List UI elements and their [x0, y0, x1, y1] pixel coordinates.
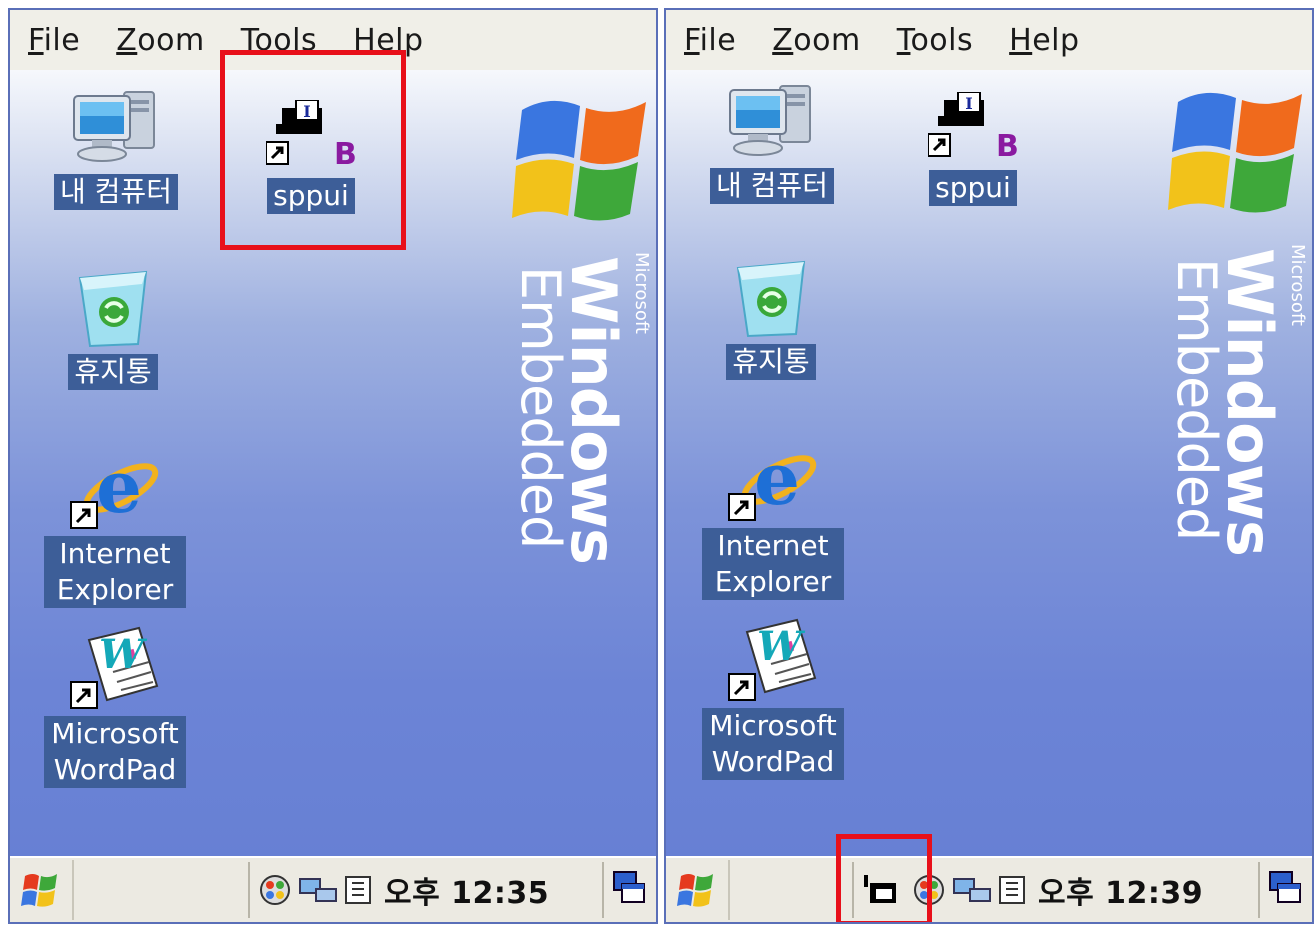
svg-text:B: B — [334, 137, 356, 172]
menu-zoom[interactable]: Zoom — [772, 23, 861, 58]
recycle-bin-icon — [736, 260, 806, 338]
screenshot-before: File Zoom Tools Help 내 컴퓨터 I B sppui 휴지통… — [8, 8, 658, 924]
svg-text:B: B — [996, 129, 1018, 164]
desktop: 내 컴퓨터 I B sppui 휴지통 e Internet Explorer … — [10, 70, 656, 860]
label-wordpad: Microsoft WordPad — [44, 716, 186, 788]
menu-bar: File Zoom Tools Help — [666, 10, 1312, 71]
connection-icon[interactable] — [298, 875, 338, 905]
show-desktop-button[interactable] — [1258, 862, 1312, 918]
label-recycle-bin: 휴지통 — [726, 344, 816, 380]
desktop-icon-sppui[interactable]: I B sppui — [918, 92, 1028, 206]
recycle-bin-icon — [78, 270, 148, 348]
sppui-icon: I B — [266, 100, 356, 172]
menu-zoom[interactable]: Zoom — [116, 23, 205, 58]
label-sppui: sppui — [929, 170, 1017, 206]
screenshot-after: File Zoom Tools Help 내 컴퓨터 I B sppui 휴지통… — [664, 8, 1314, 924]
connection-icon[interactable] — [952, 875, 992, 905]
label-internet-explorer: Internet Explorer — [44, 536, 186, 608]
windows-embedded-logo: Windows Embedded Microsoft — [509, 84, 656, 564]
sppui-tray-icon[interactable] — [862, 873, 900, 907]
wordpad-icon: W — [70, 626, 159, 709]
internet-explorer-icon: e — [70, 446, 159, 529]
svg-text:W: W — [757, 623, 806, 670]
network-icon[interactable] — [258, 873, 292, 907]
desktop: 내 컴퓨터 I B sppui 휴지통 e Internet Explorer … — [666, 70, 1312, 860]
desktop-icon-wordpad[interactable]: W Microsoft WordPad — [40, 626, 190, 788]
network-icon[interactable] — [912, 873, 946, 907]
logo-microsoft: Microsoft — [631, 252, 652, 334]
label-my-computer: 내 컴퓨터 — [54, 174, 178, 210]
label-my-computer: 내 컴퓨터 — [710, 168, 834, 204]
start-icon — [21, 874, 57, 907]
windows-embedded-logo: Windows Embedded Microsoft — [1165, 76, 1312, 556]
menu-help[interactable]: Help — [1009, 23, 1079, 58]
input-method-icon[interactable] — [344, 875, 372, 905]
taskbar: 오후 12:35 — [10, 856, 656, 922]
menu-help[interactable]: Help — [353, 23, 423, 58]
label-internet-explorer: Internet Explorer — [702, 528, 844, 600]
desktop-icon-internet-explorer[interactable]: e Internet Explorer — [40, 446, 190, 608]
start-button[interactable] — [10, 860, 74, 920]
system-tray: 오후 12:39 — [852, 862, 1203, 918]
taskbar: 오후 12:39 — [666, 856, 1312, 922]
show-desktop-icon — [1269, 871, 1301, 903]
desktop-icon-my-computer[interactable]: 내 컴퓨터 — [692, 80, 852, 204]
computer-icon — [729, 85, 811, 156]
system-tray: 오후 12:35 — [248, 862, 549, 918]
computer-icon — [73, 91, 155, 162]
input-method-icon[interactable] — [998, 875, 1026, 905]
logo-embedded: Embedded — [509, 266, 572, 549]
desktop-icon-wordpad[interactable]: W Microsoft WordPad — [698, 618, 848, 780]
logo-embedded: Embedded — [1165, 258, 1228, 541]
windows-flag-icon — [1168, 92, 1302, 213]
clock[interactable]: 오후 12:39 — [1038, 868, 1203, 912]
logo-microsoft: Microsoft — [1287, 244, 1308, 326]
menu-tools[interactable]: Tools — [897, 23, 973, 58]
desktop-icon-recycle-bin[interactable]: 휴지통 — [48, 270, 178, 390]
label-recycle-bin: 휴지통 — [68, 354, 158, 390]
svg-text:I: I — [965, 94, 972, 113]
wordpad-icon: W — [728, 618, 817, 701]
menu-file[interactable]: File — [684, 23, 736, 58]
desktop-icon-internet-explorer[interactable]: e Internet Explorer — [698, 438, 848, 600]
show-desktop-icon — [613, 871, 645, 903]
menu-file[interactable]: File — [28, 23, 80, 58]
desktop-icon-my-computer[interactable]: 내 컴퓨터 — [36, 86, 196, 210]
svg-text:W: W — [99, 631, 148, 678]
desktop-icon-recycle-bin[interactable]: 휴지통 — [706, 260, 836, 380]
menu-bar: File Zoom Tools Help — [10, 10, 656, 71]
svg-text:I: I — [303, 102, 310, 121]
windows-flag-icon — [512, 100, 646, 221]
start-button[interactable] — [666, 860, 730, 920]
start-icon — [677, 874, 713, 907]
internet-explorer-icon: e — [728, 438, 817, 521]
svg-text:e: e — [754, 438, 800, 521]
sppui-icon: I B — [928, 92, 1018, 164]
clock[interactable]: 오후 12:35 — [384, 868, 549, 912]
label-wordpad: Microsoft WordPad — [702, 708, 844, 780]
label-sppui: sppui — [267, 178, 355, 214]
menu-tools[interactable]: Tools — [241, 23, 317, 58]
show-desktop-button[interactable] — [602, 862, 656, 918]
desktop-icon-sppui[interactable]: I B sppui — [256, 100, 366, 214]
svg-text:e: e — [96, 446, 142, 529]
